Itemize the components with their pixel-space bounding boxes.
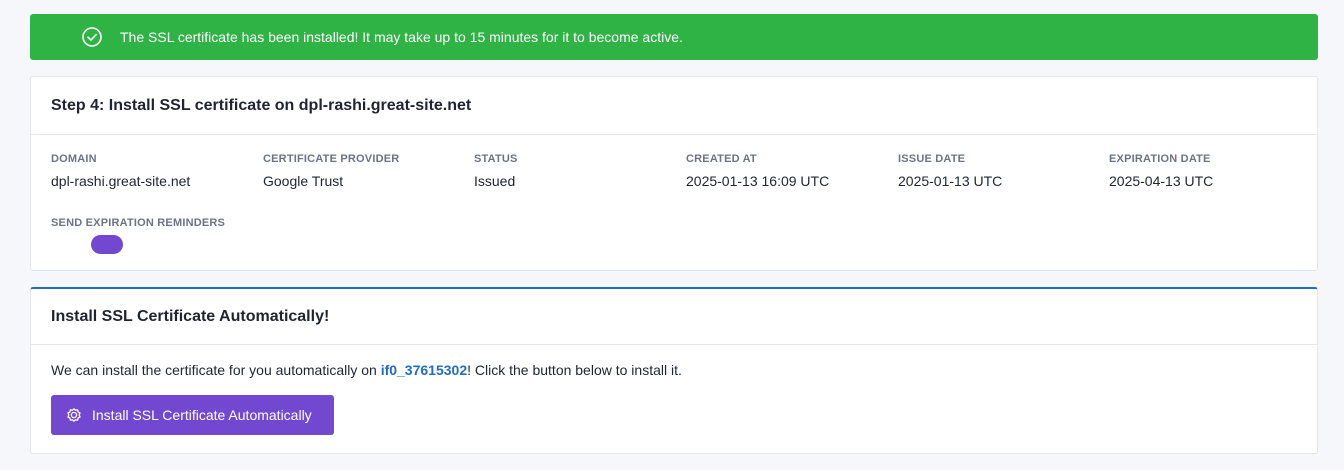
field-domain: DOMAIN dpl-rashi.great-site.net [51, 153, 190, 189]
auto-install-body: We can install the certificate for you a… [31, 345, 1317, 435]
auto-install-card: Install SSL Certificate Automatically! W… [30, 287, 1318, 454]
install-button-label: Install SSL Certificate Automatically [92, 407, 312, 423]
field-value: 2025-04-13 UTC [1109, 173, 1214, 189]
field-value: Issued [474, 173, 516, 189]
gear-icon [67, 408, 81, 422]
field-label: ISSUE DATE [898, 153, 966, 165]
description-text-end: ! Click the button below to install it. [467, 362, 682, 378]
description-text: We can install the certificate for you a… [51, 362, 381, 378]
certificate-fields: DOMAIN dpl-rashi.great-site.net CERTIFIC… [31, 135, 1317, 271]
alert-message: The SSL certificate has been installed! … [120, 29, 683, 45]
field-label: DOMAIN [51, 153, 97, 165]
reminders-toggle[interactable] [91, 235, 123, 254]
success-alert: The SSL certificate has been installed! … [30, 14, 1318, 60]
field-value: Google Trust [263, 173, 344, 189]
field-label: CERTIFICATE PROVIDER [263, 153, 400, 165]
details-card-title: Step 4: Install SSL certificate on dpl-r… [31, 77, 1317, 135]
field-value: 2025-01-13 16:09 UTC [686, 173, 830, 189]
field-value: dpl-rashi.great-site.net [51, 173, 191, 189]
auto-install-description: We can install the certificate for you a… [51, 362, 1297, 378]
field-status: STATUS Issued [474, 153, 518, 189]
field-expiration-date: EXPIRATION DATE 2025-04-13 UTC [1109, 153, 1213, 189]
certificate-details-card: Step 4: Install SSL certificate on dpl-r… [30, 76, 1318, 271]
field-label: CREATED AT [686, 153, 757, 165]
check-circle-icon [82, 27, 102, 47]
field-created-at: CREATED AT 2025-01-13 16:09 UTC [686, 153, 829, 189]
install-ssl-button[interactable]: Install SSL Certificate Automatically [51, 395, 334, 435]
auto-install-title: Install SSL Certificate Automatically! [31, 289, 1317, 345]
field-issue-date: ISSUE DATE 2025-01-13 UTC [898, 153, 1002, 189]
expiration-reminders: SEND EXPIRATION REMINDERS [51, 217, 226, 254]
account-link[interactable]: if0_37615302 [381, 362, 467, 378]
field-certificate-provider: CERTIFICATE PROVIDER Google Trust [263, 153, 399, 189]
field-value: 2025-01-13 UTC [898, 173, 1003, 189]
reminders-label: SEND EXPIRATION REMINDERS [51, 217, 226, 229]
field-label: EXPIRATION DATE [1109, 153, 1211, 165]
field-label: STATUS [474, 153, 518, 165]
